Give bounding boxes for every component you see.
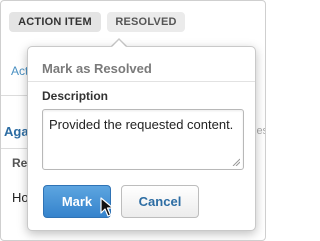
mark-resolved-popover: Mark as Resolved Description Provided th… <box>27 46 256 231</box>
resize-grip-icon[interactable] <box>232 158 240 166</box>
description-text: Provided the requested content. <box>49 117 234 132</box>
action-item-tag[interactable]: ACTION ITEM <box>9 12 101 32</box>
page-frame: ACTION ITEM RESOLVED Act Aga Re Ho les M… <box>0 0 266 241</box>
popover-title: Mark as Resolved <box>42 61 152 76</box>
description-textarea[interactable]: Provided the requested content. <box>42 109 244 170</box>
cancel-button[interactable]: Cancel <box>121 185 199 218</box>
mouse-cursor-icon <box>100 197 114 217</box>
description-label: Description <box>42 89 109 103</box>
popover-divider <box>28 81 255 82</box>
background-divider <box>1 148 27 149</box>
resolved-tag[interactable]: RESOLVED <box>107 12 185 32</box>
background-divider <box>1 95 27 96</box>
popover-caret-fill <box>111 40 127 48</box>
